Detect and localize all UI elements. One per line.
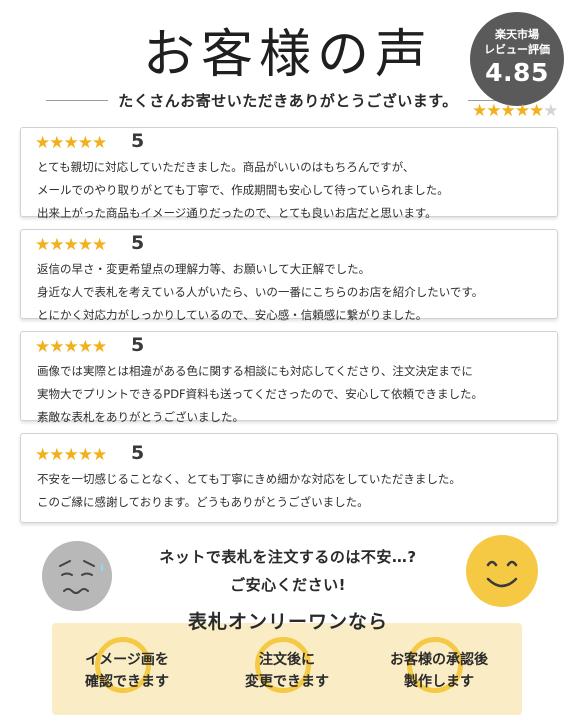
review-card: ★★★★★ 5 とても親切に対応していただきました。商品がいいのはもちろんですが…: [20, 127, 558, 220]
star-icon: ★: [35, 337, 50, 357]
star-icon: ★: [514, 101, 530, 121]
review-text-line: 実物大でプリントできるPDF資料も送ってくださったので、安心して依頼できました。: [37, 387, 483, 401]
star-icon: ★: [35, 445, 50, 465]
feature-label-line1: 注文後に: [259, 652, 315, 668]
star-icon: ★: [77, 133, 93, 153]
star-icon: ★: [486, 101, 501, 121]
review-text-line: 身近な人で表札を考えている人がいたら、いの一番にこちらのお店を紹介したいです。: [37, 285, 484, 299]
star-icon: ★: [77, 235, 93, 255]
review-text-line: 返信の早さ・変更希望点の理解力等、お願いして大正解でした。: [37, 262, 371, 276]
review-text-line: 素敵な表札をありがとうございました。: [37, 410, 244, 424]
feature-label-line2: 確認できます: [85, 674, 169, 690]
star-icon: ★: [49, 235, 64, 255]
star-icon: ★: [472, 101, 487, 121]
star-icon: ★: [35, 235, 50, 255]
review-score: 5: [131, 334, 145, 356]
review-text-line: メールでのやり取りがとても丁寧で、作成期間も安心して待っていられました。: [37, 183, 449, 197]
feature-label-line1: お客様の承認後: [390, 652, 488, 668]
feature-item: イメージ画を 確認できます: [52, 637, 202, 701]
star-icon: ★: [92, 445, 107, 465]
star-icon: ★: [63, 337, 79, 357]
star-icon: ★: [49, 133, 64, 153]
feature-item: 注文後に 変更できます: [212, 637, 362, 701]
review-text-line: 画像では実際とは相違がある色に関する相談にも対応してくださり、注文決定までに: [37, 364, 473, 378]
star-icon: ★: [77, 337, 93, 357]
star-icon: ★: [500, 101, 516, 121]
feature-label-line1: イメージ画を: [85, 652, 169, 668]
badge-score: 4.85: [485, 58, 549, 87]
review-stars: ★★★★★: [35, 133, 107, 153]
features-title: 表札オンリーワンなら: [187, 611, 388, 633]
star-icon: ★: [63, 133, 79, 153]
star-icon: ★: [92, 235, 107, 255]
review-card: ★★★★★ 5 返信の早さ・変更希望点の理解力等、お願いして大正解でした。 身近…: [20, 229, 558, 322]
review-card: ★★★★★ 5 不安を一切感じることなく、とても丁寧にきめ細かな対応をしていただ…: [20, 433, 558, 523]
review-text-line: とても親切に対応していただきました。商品がいいのはもちろんですが、: [37, 160, 415, 174]
star-icon: ★: [63, 235, 79, 255]
star-icon: ★: [63, 445, 79, 465]
feature-label-line2: 変更できます: [245, 674, 329, 690]
star-icon: ★: [49, 445, 64, 465]
review-score: 5: [131, 130, 145, 152]
review-text-line: とにかく対応力がしっかりしているので、安心感・信頼感に繋がりました。: [37, 308, 428, 322]
star-half-icon: ★: [529, 101, 544, 121]
review-score: 5: [131, 442, 145, 464]
star-empty-icon: ★: [543, 101, 558, 121]
star-icon: ★: [92, 133, 107, 153]
review-text-line: このご縁に感謝しております。どうもありがとうございました。: [37, 495, 369, 509]
star-icon: ★: [35, 133, 50, 153]
rating-badge: 楽天市場 レビュー評価 4.85: [470, 12, 564, 106]
review-stars: ★★★★★: [35, 445, 107, 465]
badge-review-label: レビュー評価: [484, 43, 550, 56]
review-card: ★★★★★ 5 画像では実際とは相違がある色に関する相談にも対応してくださり、注…: [20, 331, 558, 424]
review-text-line: 不安を一切感じることなく、とても丁寧にきめ細かな対応をしていただきました。: [37, 472, 461, 486]
feature-label-line2: 製作します: [404, 674, 474, 690]
review-text-line: 出来上がった商品もイメージ通りだったので、とても良いお店だと思います。: [37, 206, 437, 220]
review-stars: ★★★★★: [35, 337, 107, 357]
badge-star-rating: ★★★★★★: [472, 101, 568, 121]
smiling-face-icon: [466, 535, 538, 607]
feature-item: お客様の承認後 製作します: [364, 637, 514, 701]
review-score: 5: [131, 232, 145, 254]
star-icon: ★: [49, 337, 64, 357]
star-icon: ★: [77, 445, 93, 465]
features-panel: イメージ画を 確認できます 注文後に 変更できます お客様の承認後 製作します: [52, 623, 522, 715]
badge-store-label: 楽天市場: [495, 28, 539, 41]
star-icon: ★: [92, 337, 107, 357]
review-stars: ★★★★★: [35, 235, 107, 255]
